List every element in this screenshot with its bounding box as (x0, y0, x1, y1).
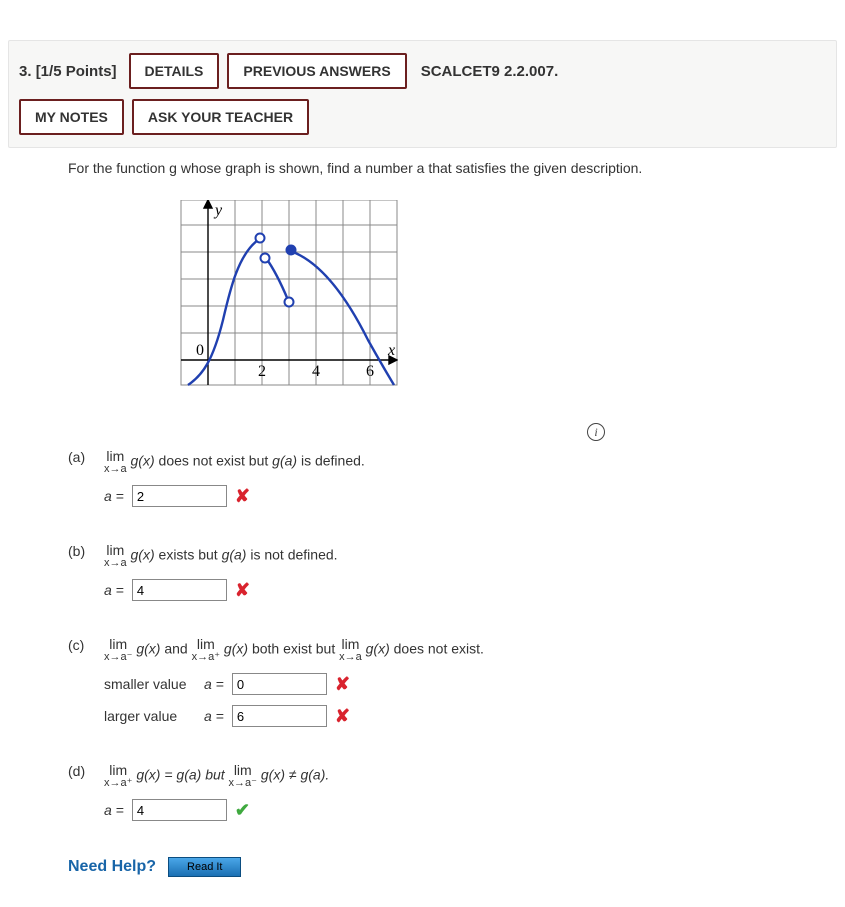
part-d-answer-row: a = ✔ (104, 799, 825, 821)
a-equals: a = (104, 488, 124, 504)
part-b-input[interactable] (132, 579, 227, 601)
part-c-label: (c) (68, 637, 92, 653)
part-b-label: (b) (68, 543, 92, 559)
a-equals: a = (204, 676, 224, 692)
question-header: 3. [1/5 Points] DETAILS PREVIOUS ANSWERS… (8, 40, 837, 148)
graph: y x 0 2 4 6 (168, 200, 825, 403)
tick-2: 2 (258, 363, 266, 380)
part-d-label: (d) (68, 763, 92, 779)
part-a-label: (a) (68, 449, 92, 465)
x-axis-label: x (387, 342, 395, 359)
my-notes-button[interactable]: MY NOTES (19, 99, 124, 135)
part-c-larger-row: larger value a = ✘ (104, 705, 825, 727)
part-a-answer-row: a = ✘ (104, 485, 825, 507)
part-d-input[interactable] (132, 799, 227, 821)
tick-4: 4 (312, 363, 320, 380)
ask-teacher-button[interactable]: ASK YOUR TEACHER (132, 99, 309, 135)
previous-answers-button[interactable]: PREVIOUS ANSWERS (227, 53, 406, 89)
source-code: SCALCET9 2.2.007. (421, 63, 559, 80)
read-it-button[interactable]: Read It (168, 857, 241, 877)
details-button[interactable]: DETAILS (129, 53, 220, 89)
a-equals: a = (104, 582, 124, 598)
part-d-statement: limx→a⁺ g(x) = g(a) but limx→a⁻ g(x) ≠ g… (104, 763, 329, 789)
part-c-statement: limx→a⁻ g(x) and limx→a⁺ g(x) both exist… (104, 637, 484, 663)
part-c-smaller-input[interactable] (232, 673, 327, 695)
header-row-1: 3. [1/5 Points] DETAILS PREVIOUS ANSWERS… (19, 53, 826, 89)
info-icon[interactable]: i (587, 423, 605, 441)
wrong-icon: ✘ (335, 675, 350, 693)
larger-value-label: larger value (104, 708, 196, 724)
wrong-icon: ✘ (335, 707, 350, 725)
origin-label: 0 (196, 342, 204, 359)
wrong-icon: ✘ (235, 487, 250, 505)
tick-6: 6 (366, 363, 374, 380)
part-c: (c) limx→a⁻ g(x) and limx→a⁺ g(x) both e… (68, 637, 825, 727)
part-b: (b) limx→a g(x) exists but g(a) is not d… (68, 543, 825, 601)
need-help-label: Need Help? (68, 858, 156, 876)
part-c-larger-input[interactable] (232, 705, 327, 727)
correct-icon: ✔ (235, 801, 250, 819)
part-a-statement: limx→a g(x) does not exist but g(a) is d… (104, 449, 365, 475)
part-b-statement: limx→a g(x) exists but g(a) is not defin… (104, 543, 338, 569)
a-equals: a = (104, 802, 124, 818)
smaller-value-label: smaller value (104, 676, 196, 692)
part-b-answer-row: a = ✘ (104, 579, 825, 601)
y-axis-label: y (213, 202, 223, 219)
info-icon-row: i (68, 423, 825, 441)
part-a-input[interactable] (132, 485, 227, 507)
part-a: (a) limx→a g(x) does not exist but g(a) … (68, 449, 825, 507)
question-number: 3. [1/5 Points] (19, 63, 117, 80)
question-content: For the function g whose graph is shown,… (48, 148, 845, 907)
wrong-icon: ✘ (235, 581, 250, 599)
prompt-text: For the function g whose graph is shown,… (68, 160, 825, 176)
header-row-2: MY NOTES ASK YOUR TEACHER (19, 99, 826, 135)
part-d: (d) limx→a⁺ g(x) = g(a) but limx→a⁻ g(x)… (68, 763, 825, 821)
need-help-row: Need Help? Read It (68, 857, 825, 877)
a-equals: a = (204, 708, 224, 724)
part-c-smaller-row: smaller value a = ✘ (104, 673, 825, 695)
